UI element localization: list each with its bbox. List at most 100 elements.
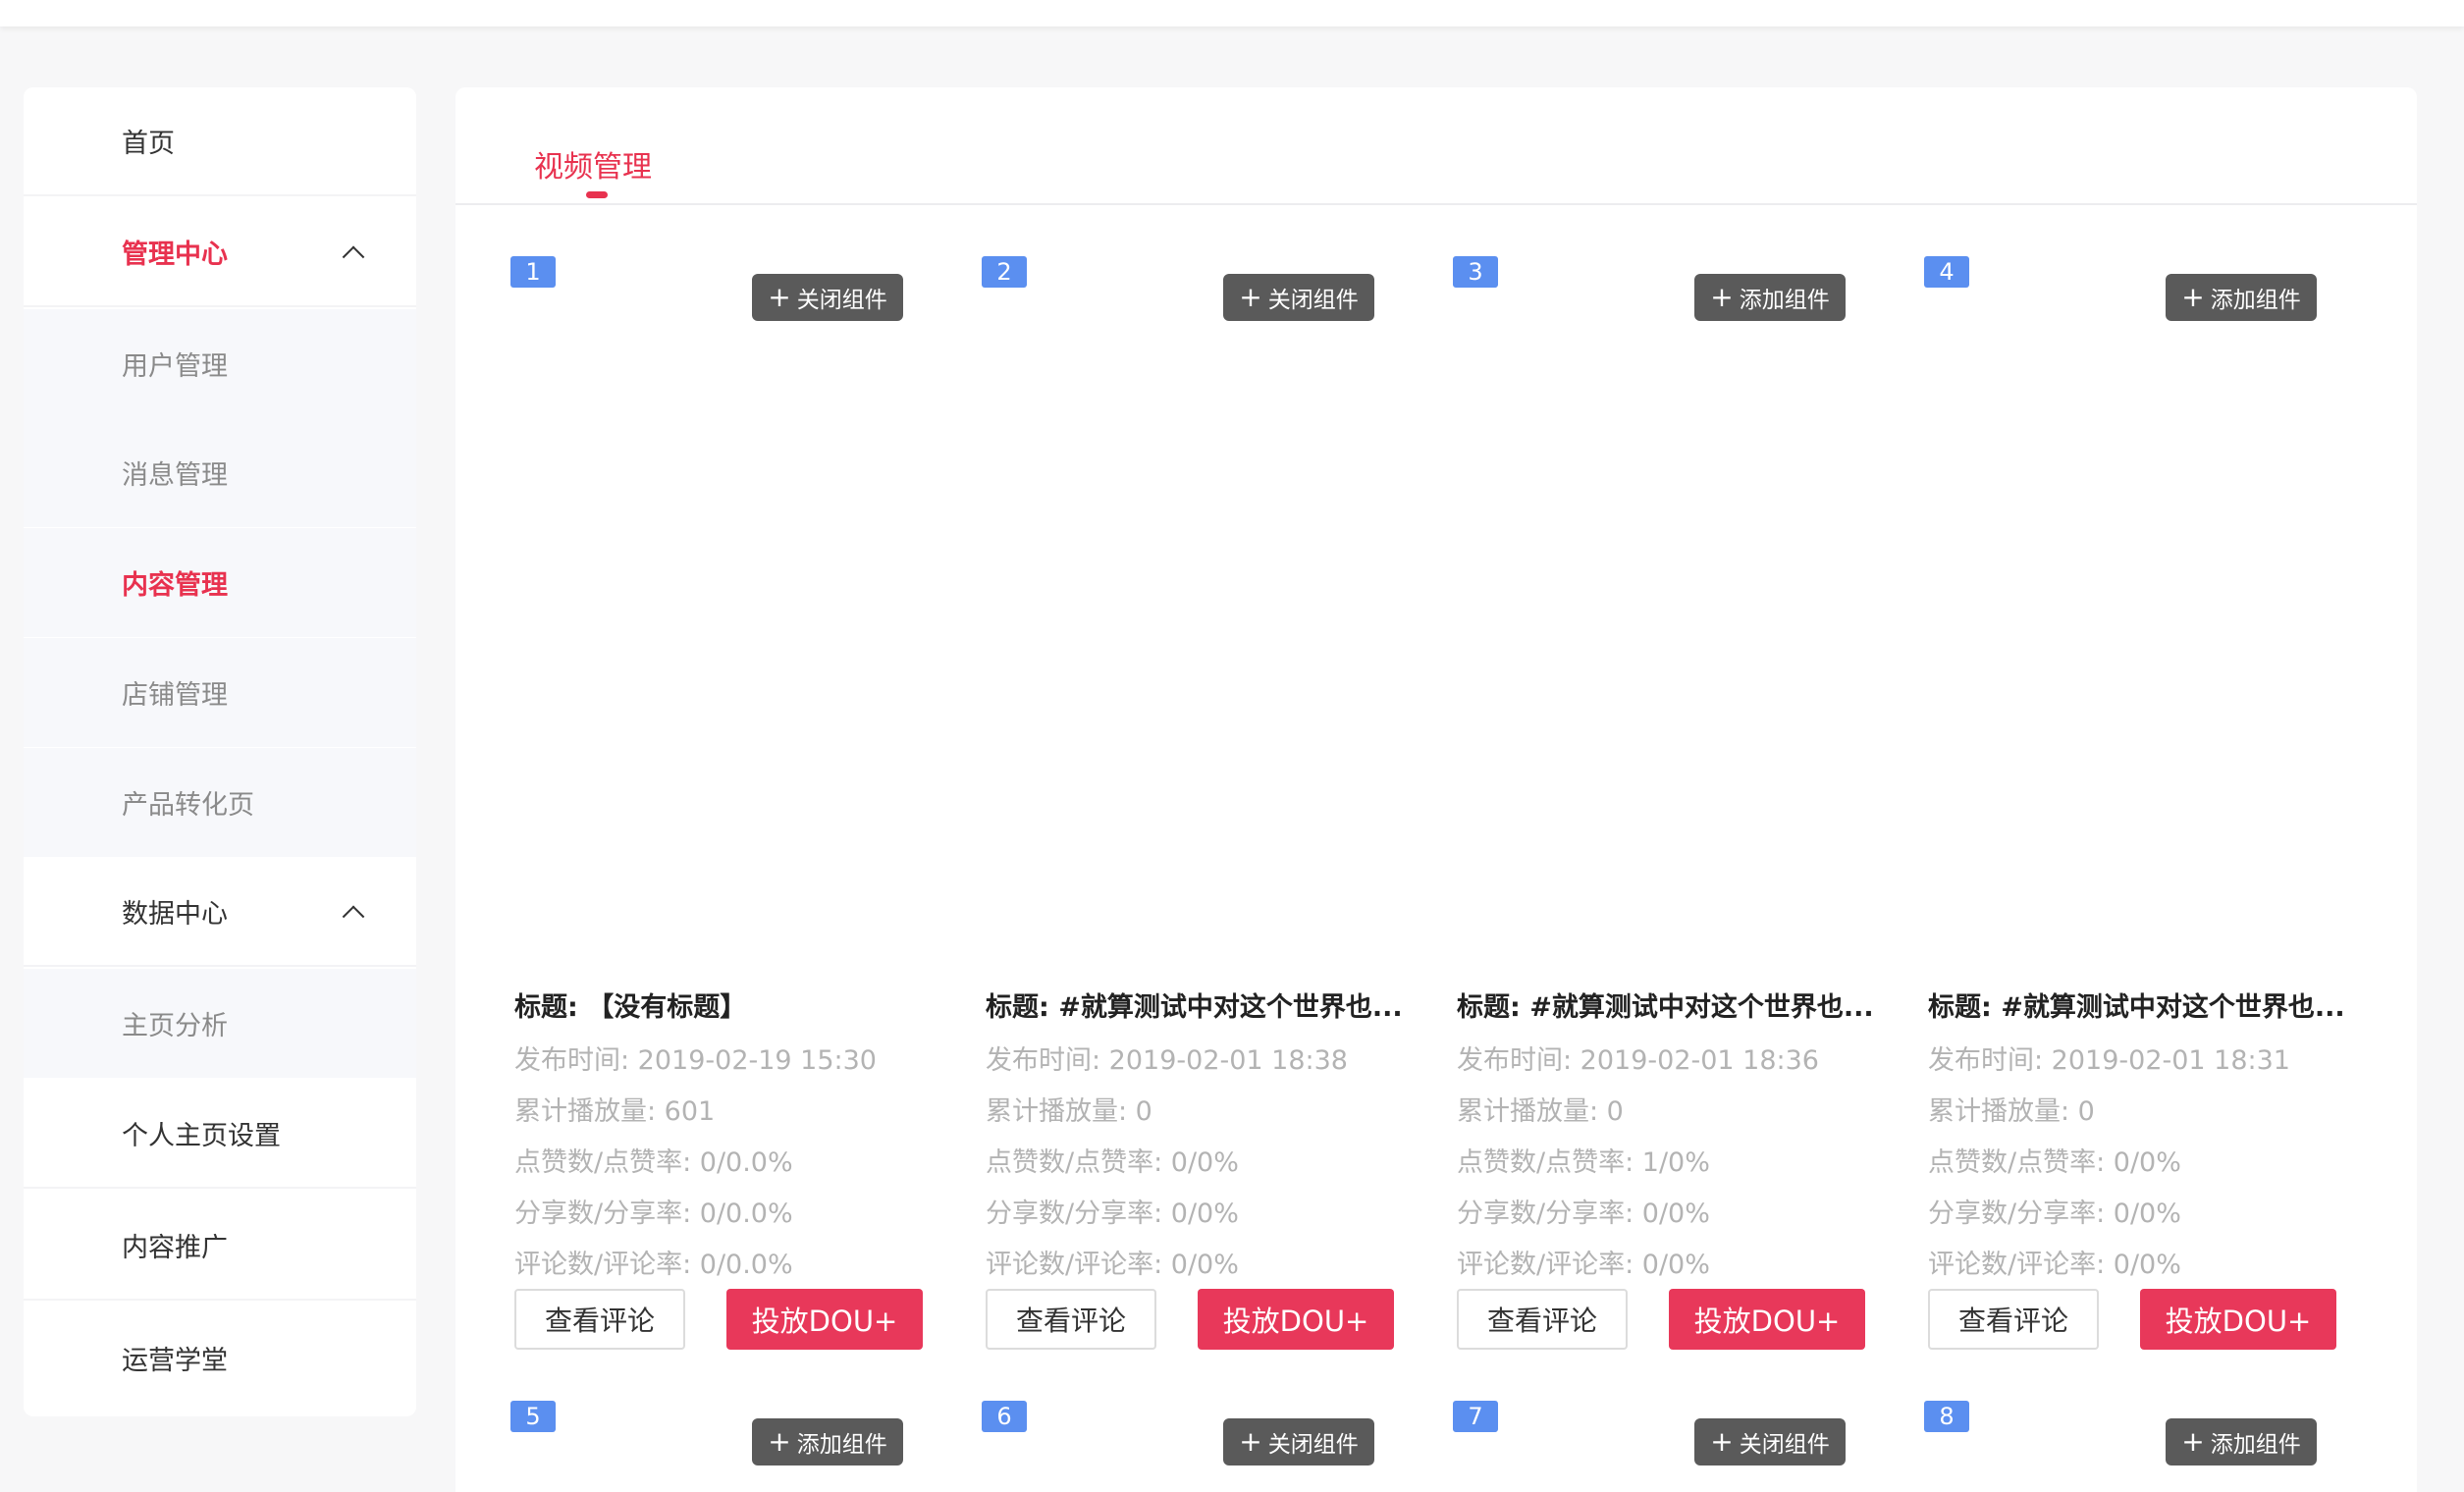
top-bar [0,0,2464,27]
video-index-badge: 8 [1924,1401,1969,1432]
sidebar-item-label: 用户管理 [122,351,228,382]
video-title: 标题: #就算测试中对这个世界也... [1457,992,1874,1023]
main-panel: 视频管理 1 + 关闭组件 标题: 【没有标题】 发布时间: 2019-02-19… [455,87,2417,1492]
component-toggle-label: 关闭组件 [796,288,887,313]
video-card: 3 + 添加组件 标题: #就算测试中对这个世界也... 发布时间: 2019-0… [1453,256,1885,1365]
plus-icon: + [2181,281,2205,313]
sidebar-item-homepage-analysis[interactable]: 主页分析 [24,969,416,1078]
component-toggle-label: 添加组件 [2210,288,2301,313]
video-index-badge: 5 [510,1401,556,1432]
shares-stat: 分享数/分享率: 0/0% [986,1199,1239,1229]
plus-icon: + [768,281,791,313]
video-card: 4 + 添加组件 标题: #就算测试中对这个世界也... 发布时间: 2019-0… [1924,256,2356,1365]
component-toggle-label: 关闭组件 [1739,1432,1830,1458]
component-toggle-button[interactable]: + 添加组件 [2166,274,2317,321]
likes-stat: 点赞数/点赞率: 0/0% [1928,1147,2181,1178]
component-toggle-label: 添加组件 [2210,1432,2301,1458]
publish-time: 发布时间: 2019-02-01 18:36 [1457,1045,1819,1076]
active-tab-indicator [586,191,608,198]
component-toggle-button[interactable]: + 添加组件 [752,1418,903,1465]
promote-dou-button[interactable]: 投放DOU+ [726,1289,923,1350]
component-toggle-label: 添加组件 [1739,288,1830,313]
total-plays: 累计播放量: 601 [514,1096,716,1127]
component-toggle-button[interactable]: + 关闭组件 [1694,1418,1846,1465]
video-title: 标题: #就算测试中对这个世界也... [986,992,1403,1023]
component-toggle-label: 关闭组件 [1267,288,1359,313]
sidebar-item-user-management[interactable]: 用户管理 [24,309,416,418]
video-index-badge: 3 [1453,256,1498,288]
component-toggle-button[interactable]: + 关闭组件 [1223,1418,1374,1465]
video-card: 2 + 关闭组件 标题: #就算测试中对这个世界也... 发布时间: 2019-0… [982,256,1414,1365]
component-toggle-button[interactable]: + 关闭组件 [752,274,903,321]
sidebar-item-label: 产品转化页 [122,790,254,821]
publish-time: 发布时间: 2019-02-19 15:30 [514,1045,877,1076]
component-toggle-button[interactable]: + 关闭组件 [1223,274,1374,321]
video-index-badge: 6 [982,1401,1027,1432]
total-plays: 累计播放量: 0 [1457,1096,1624,1127]
view-comments-button[interactable]: 查看评论 [986,1289,1156,1350]
component-toggle-button[interactable]: + 添加组件 [2166,1418,2317,1465]
component-toggle-label: 关闭组件 [1267,1432,1359,1458]
comments-stat: 评论数/评论率: 0/0% [986,1250,1239,1280]
sidebar-item-label: 运营学堂 [122,1346,228,1376]
sidebar-item-label: 管理中心 [122,240,228,270]
view-comments-button[interactable]: 查看评论 [514,1289,685,1350]
sidebar-group-management-center[interactable]: 管理中心 [24,198,416,307]
publish-time: 发布时间: 2019-02-01 18:38 [986,1045,1348,1076]
video-index-badge: 7 [1453,1401,1498,1432]
sidebar-item-store-management[interactable]: 店铺管理 [24,638,416,747]
chevron-up-icon [342,244,365,268]
sidebar-item-label: 数据中心 [122,899,228,930]
promote-dou-button[interactable]: 投放DOU+ [1198,1289,1394,1350]
tab-video-management[interactable]: 视频管理 [534,142,652,186]
sidebar-item-operations-academy[interactable]: 运营学堂 [24,1304,416,1412]
comments-stat: 评论数/评论率: 0/0% [1928,1250,2181,1280]
sidebar-item-profile-settings[interactable]: 个人主页设置 [24,1080,416,1189]
sidebar-item-label: 主页分析 [122,1011,228,1041]
component-toggle-button[interactable]: + 添加组件 [1694,274,1846,321]
sidebar-item-label: 店铺管理 [122,680,228,711]
shares-stat: 分享数/分享率: 0/0.0% [514,1199,793,1229]
total-plays: 累计播放量: 0 [986,1096,1152,1127]
component-toggle-label: 添加组件 [796,1432,887,1458]
sidebar-item-content-promotion[interactable]: 内容推广 [24,1192,416,1301]
shares-stat: 分享数/分享率: 0/0% [1457,1199,1710,1229]
total-plays: 累计播放量: 0 [1928,1096,2095,1127]
video-index-badge: 4 [1924,256,1969,288]
sidebar-item-label: 消息管理 [122,460,228,491]
video-title: 标题: 【没有标题】 [514,992,747,1023]
plus-icon: + [768,1425,791,1458]
comments-stat: 评论数/评论率: 0/0.0% [514,1250,793,1280]
plus-icon: + [1239,281,1262,313]
sidebar-item-content-management[interactable]: 内容管理 [24,528,416,637]
video-card: 8 + 添加组件 [1924,1401,2356,1492]
video-title: 标题: #就算测试中对这个世界也... [1928,992,2345,1023]
video-index-badge: 2 [982,256,1027,288]
sidebar-item-product-conversion-page[interactable]: 产品转化页 [24,748,416,857]
sidebar-item-label: 个人主页设置 [122,1121,281,1151]
promote-dou-button[interactable]: 投放DOU+ [2140,1289,2336,1350]
plus-icon: + [2181,1425,2205,1458]
likes-stat: 点赞数/点赞率: 1/0% [1457,1147,1710,1178]
video-card: 5 + 添加组件 [510,1401,942,1492]
video-card: 6 + 关闭组件 [982,1401,1414,1492]
tab-bar: 视频管理 [455,87,2417,205]
chevron-up-icon [342,904,365,928]
view-comments-button[interactable]: 查看评论 [1457,1289,1628,1350]
likes-stat: 点赞数/点赞率: 0/0.0% [514,1147,793,1178]
video-card: 1 + 关闭组件 标题: 【没有标题】 发布时间: 2019-02-19 15:3… [510,256,942,1365]
sidebar-item-label: 首页 [122,129,175,159]
promote-dou-button[interactable]: 投放DOU+ [1669,1289,1865,1350]
plus-icon: + [1710,281,1734,313]
publish-time: 发布时间: 2019-02-01 18:31 [1928,1045,2290,1076]
view-comments-button[interactable]: 查看评论 [1928,1289,2099,1350]
shares-stat: 分享数/分享率: 0/0% [1928,1199,2181,1229]
sidebar-group-data-center[interactable]: 数据中心 [24,858,416,967]
sidebar-item-label: 内容推广 [122,1233,228,1263]
plus-icon: + [1239,1425,1262,1458]
comments-stat: 评论数/评论率: 0/0% [1457,1250,1710,1280]
sidebar-item-message-management[interactable]: 消息管理 [24,418,416,527]
likes-stat: 点赞数/点赞率: 0/0% [986,1147,1239,1178]
sidebar-item-home[interactable]: 首页 [24,87,416,196]
sidebar-item-label: 内容管理 [122,570,228,601]
